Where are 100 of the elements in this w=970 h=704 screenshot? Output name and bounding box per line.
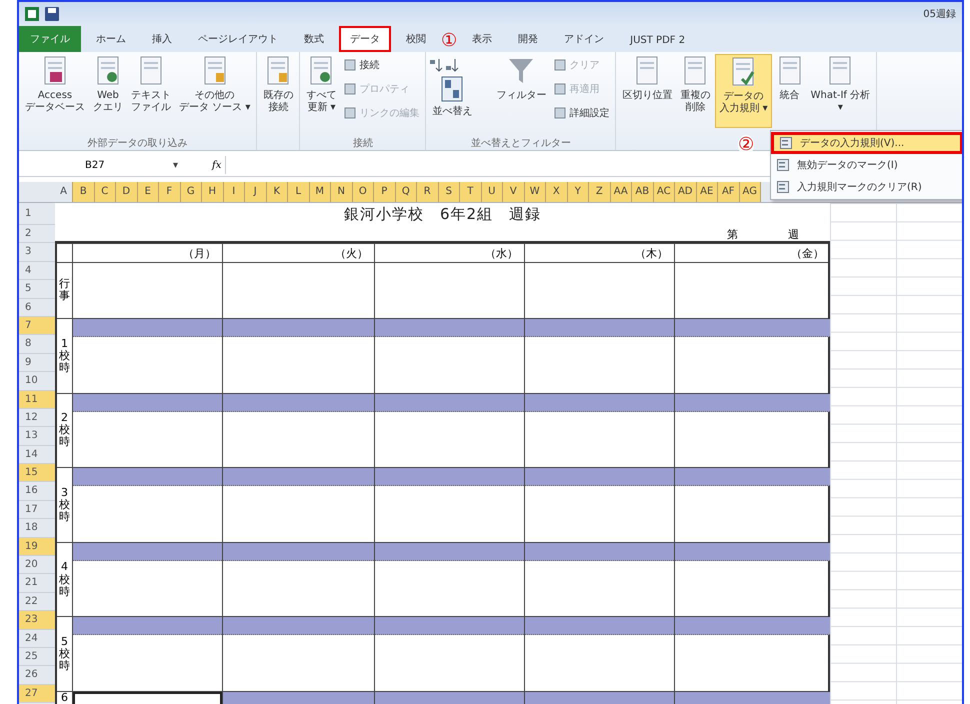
column-header[interactable]: M [310, 182, 331, 202]
row-label: 行事 [59, 278, 70, 302]
column-header[interactable]: P [374, 182, 396, 202]
ribbon-button[interactable]: すべて 更新 ▾ [303, 54, 340, 128]
document-icon [95, 56, 121, 86]
sort-ascending-icon[interactable] [429, 58, 444, 72]
day-header: （木） [635, 246, 668, 262]
row-header[interactable]: 15 [19, 464, 55, 482]
ribbon-small-button[interactable]: 接続 [341, 54, 422, 76]
ribbon-tab[interactable]: ホーム [85, 26, 137, 52]
list-icon [777, 159, 789, 171]
column-header[interactable]: N [331, 182, 352, 202]
document-icon [827, 56, 854, 86]
row-header[interactable]: 12 [19, 408, 55, 428]
name-box-dropdown[interactable]: ▾ [173, 160, 178, 170]
column-header[interactable]: D [116, 182, 138, 202]
ribbon-button[interactable]: Access データベース [22, 54, 88, 128]
ribbon-button[interactable]: データの 入力規則 ▾ [715, 54, 772, 128]
ribbon-tab[interactable]: 挿入 [141, 26, 183, 52]
row-header[interactable]: 23 [19, 611, 55, 630]
row-header[interactable]: 3 [19, 243, 55, 262]
sort-descending-icon[interactable] [445, 58, 460, 72]
row-header[interactable]: 7 [19, 316, 55, 336]
document-icon [265, 56, 292, 86]
column-header[interactable]: AB [632, 182, 654, 202]
column-header[interactable]: S [438, 182, 460, 202]
column-header[interactable]: X [546, 182, 568, 202]
column-header[interactable]: AE [696, 182, 718, 202]
period-label: 4校時 [59, 561, 70, 598]
column-header[interactable]: U [482, 182, 503, 202]
column-header[interactable]: W [524, 182, 546, 202]
column-header[interactable]: F [159, 182, 180, 202]
ribbon-tab[interactable]: JUST PDF 2 [619, 29, 696, 52]
column-header[interactable]: AF [718, 182, 740, 202]
column-header[interactable]: Y [568, 182, 589, 202]
row-header[interactable]: 19 [19, 538, 55, 556]
column-header[interactable]: J [245, 182, 266, 202]
ribbon-tab[interactable]: ページレイアウト [187, 26, 289, 52]
column-header[interactable]: V [503, 182, 524, 202]
row-header[interactable]: 2 [19, 225, 55, 244]
ribbon-tab[interactable]: アドイン [553, 26, 616, 52]
ribbon-button[interactable]: フィルター [493, 54, 550, 128]
row-header[interactable]: 4 [19, 262, 55, 280]
row-header[interactable]: 20 [19, 556, 55, 574]
row-header[interactable]: 27 [19, 684, 55, 704]
small-command-icon [344, 83, 356, 95]
ribbon-tab[interactable]: 数式 [293, 26, 335, 52]
row-header[interactable]: 11 [19, 390, 55, 409]
column-header[interactable]: I [224, 182, 245, 202]
ribbon-tab[interactable]: データ [339, 26, 391, 52]
ribbon-small-button[interactable]: 詳細設定 [551, 102, 612, 124]
ribbon-button[interactable]: 既存の 接続 [260, 54, 296, 128]
column-header[interactable]: AG [740, 182, 761, 202]
column-header[interactable]: AC [654, 182, 675, 202]
name-box[interactable]: B27 [19, 160, 129, 170]
period-label: 2校時 [59, 412, 70, 448]
window-title: 05週録 [923, 8, 956, 21]
row-header[interactable]: 13 [19, 427, 55, 446]
ribbon-button[interactable]: 重複の 削除 [677, 54, 714, 128]
row-header[interactable]: 21 [19, 574, 55, 593]
sort-button[interactable]: 並べ替え [429, 74, 476, 134]
save-icon[interactable] [45, 7, 59, 21]
document-icon [682, 56, 708, 86]
ribbon-button[interactable]: What-If 分析 ▾ [808, 54, 874, 128]
column-header[interactable]: R [417, 182, 438, 202]
menu-item[interactable]: データの入力規則(V)... [771, 132, 962, 154]
menu-item[interactable]: 入力規則マークのクリア(R) [771, 176, 962, 198]
row-header[interactable]: 8 [19, 335, 55, 354]
column-header[interactable]: L [288, 182, 310, 202]
column-header[interactable]: E [138, 182, 159, 202]
column-header[interactable]: H [202, 182, 224, 202]
ribbon-tab[interactable]: 開発 [507, 26, 550, 52]
row-header[interactable]: 16 [19, 482, 55, 501]
column-header[interactable]: Q [396, 182, 417, 202]
column-header[interactable]: Z [589, 182, 610, 202]
row-header[interactable]: 24 [19, 630, 55, 648]
column-header[interactable]: AA [610, 182, 632, 202]
row-header[interactable]: 17 [19, 500, 55, 520]
column-header[interactable]: K [266, 182, 288, 202]
row-header[interactable]: 25 [19, 648, 55, 666]
ribbon-tab[interactable]: ファイル [19, 26, 81, 52]
ribbon-tab[interactable]: 表示 [461, 26, 504, 52]
period-label: 5校時 [59, 636, 70, 672]
column-header[interactable]: C [94, 182, 116, 202]
ribbon-button[interactable]: その他の データ ソース ▾ [176, 54, 254, 128]
ribbon-button[interactable]: Web クエリ [90, 54, 126, 128]
column-header[interactable]: T [460, 182, 482, 202]
ribbon-button[interactable]: 区切り位置 [619, 54, 676, 128]
ribbon-button[interactable]: テキスト ファイル [128, 54, 174, 128]
column-header[interactable]: AD [675, 182, 696, 202]
row-header[interactable]: 1 [19, 203, 55, 225]
menu-item[interactable]: 無効データのマーク(I) [771, 154, 962, 176]
column-header[interactable]: B [73, 182, 94, 202]
row-header[interactable]: 5 [19, 280, 55, 299]
ribbon-tab[interactable]: 校閲 [395, 26, 437, 52]
column-header[interactable]: G [180, 182, 202, 202]
ribbon-button[interactable]: 統合 [774, 54, 806, 128]
column-header[interactable]: O [352, 182, 374, 202]
insert-function-button[interactable]: fx [208, 160, 226, 170]
row-header[interactable]: 9 [19, 354, 55, 372]
